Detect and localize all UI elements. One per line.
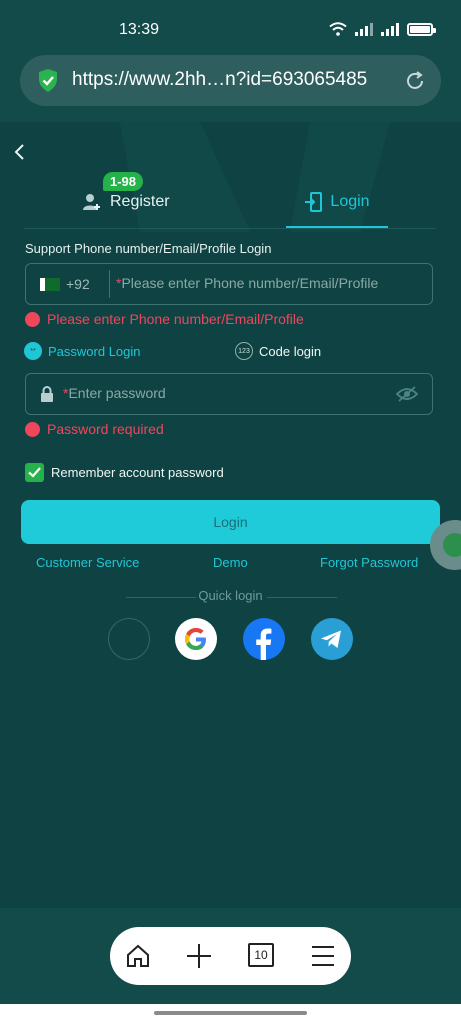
- battery-icon: [407, 22, 436, 36]
- phone-error: Please enter Phone number/Email/Profile: [25, 311, 304, 327]
- address-bar[interactable]: https://www.2hh…n?id=693065485: [20, 55, 441, 106]
- tab-login-label: Login: [330, 193, 370, 210]
- error-dot-icon: [25, 421, 40, 437]
- country-code[interactable]: +92: [66, 276, 90, 292]
- code-login-label: Code login: [259, 343, 322, 359]
- login-button[interactable]: Login: [21, 500, 440, 544]
- status-time: 13:39: [119, 21, 160, 38]
- add-user-icon: [83, 194, 100, 210]
- wifi-icon: [329, 22, 347, 36]
- home-icon[interactable]: [125, 943, 151, 969]
- lock-icon: [41, 386, 53, 402]
- password-placeholder: *Enter password: [63, 385, 166, 401]
- browser-chrome-bottom: 10: [0, 908, 461, 1004]
- password-dots-icon: **: [24, 342, 42, 360]
- login-page: 1-98 Register Login Support Phone number…: [0, 122, 461, 908]
- telegram-login-button[interactable]: [311, 618, 353, 660]
- password-login-option[interactable]: ** Password Login: [24, 342, 141, 360]
- support-label: Support Phone number/Email/Profile Login: [25, 241, 272, 256]
- tab-count-button[interactable]: 10: [248, 943, 274, 967]
- active-tab-indicator: [286, 226, 388, 228]
- quick-login-line-right: [267, 597, 337, 598]
- numbers-icon: 123: [235, 342, 253, 360]
- signal-icon-2: [381, 22, 399, 36]
- quick-login-label: Quick login: [198, 588, 263, 603]
- menu-icon[interactable]: [310, 943, 336, 969]
- url-text[interactable]: https://www.2hh…n?id=693065485: [72, 69, 367, 91]
- password-login-label: Password Login: [48, 343, 141, 359]
- password-input[interactable]: *Enter password: [25, 373, 433, 415]
- password-error: Password required: [25, 421, 164, 437]
- login-door-icon: [305, 192, 323, 212]
- browser-nav-bar: 10: [110, 927, 351, 985]
- facebook-login-button[interactable]: [243, 618, 285, 660]
- new-tab-plus-icon[interactable]: [186, 943, 212, 969]
- back-arrow-icon[interactable]: [12, 142, 28, 162]
- social-placeholder-button[interactable]: [108, 618, 150, 660]
- tab-register[interactable]: Register: [82, 178, 170, 226]
- phone-error-text: Please enter Phone number/Email/Profile: [47, 311, 304, 327]
- pakistan-flag-icon[interactable]: [40, 278, 60, 291]
- tab-login[interactable]: Login: [286, 178, 388, 226]
- checkbox-checked-icon[interactable]: [25, 463, 44, 482]
- google-login-button[interactable]: [175, 618, 217, 660]
- phone-placeholder: *Please enter Phone number/Email/Profile: [116, 275, 379, 291]
- telegram-icon: [321, 630, 341, 648]
- forgot-password-link[interactable]: Forgot Password: [320, 555, 418, 570]
- error-dot-icon: [25, 311, 40, 327]
- facebook-icon: [256, 628, 272, 660]
- status-icons: [329, 22, 436, 36]
- demo-link[interactable]: Demo: [213, 555, 248, 570]
- remember-label: Remember account password: [51, 465, 224, 480]
- tab-register-label: Register: [110, 193, 170, 210]
- google-icon: [185, 628, 206, 650]
- home-indicator[interactable]: [154, 1011, 307, 1015]
- customer-service-link[interactable]: Customer Service: [36, 555, 139, 570]
- signal-icon: [355, 22, 373, 36]
- browser-chrome-top: 13:39 https://www.2hh…n?id=693065485: [0, 0, 461, 122]
- field-divider: [109, 270, 110, 298]
- shield-check-icon: [39, 69, 57, 92]
- password-error-text: Password required: [47, 421, 164, 437]
- phone-input[interactable]: +92 *Please enter Phone number/Email/Pro…: [25, 263, 433, 305]
- remember-password[interactable]: Remember account password: [25, 463, 224, 482]
- reload-icon[interactable]: [403, 69, 427, 93]
- tabs-divider: [24, 228, 436, 229]
- eye-hidden-icon[interactable]: [396, 386, 418, 402]
- code-login-option[interactable]: 123 Code login: [235, 342, 321, 360]
